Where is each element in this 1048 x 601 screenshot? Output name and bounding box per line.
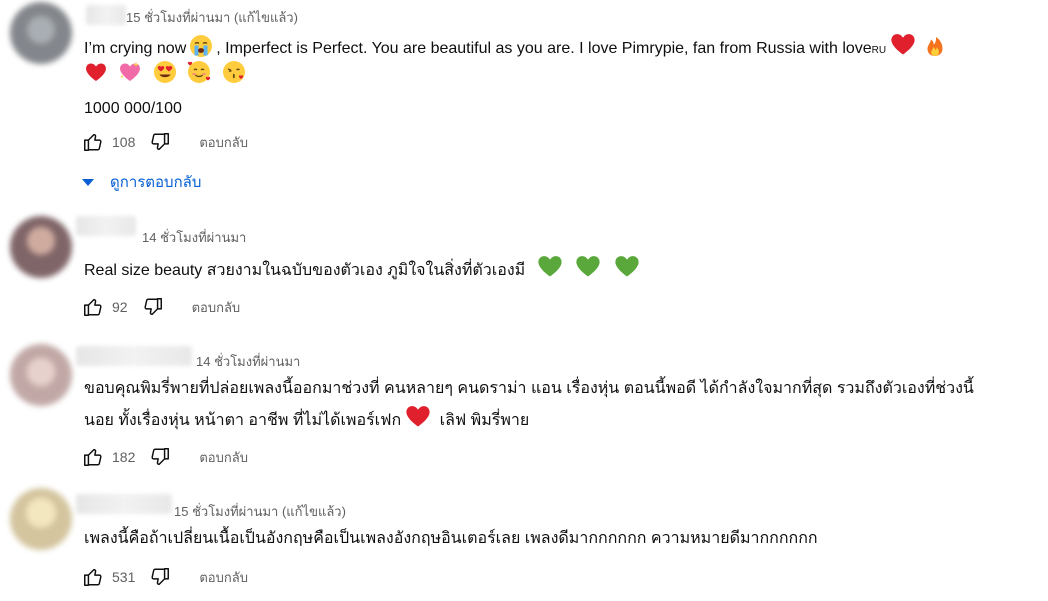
dislike-icon[interactable]	[149, 446, 171, 468]
comment-text-part: , Imperfect is Perfect. You are beautifu…	[216, 40, 872, 57]
comment-actions: 531 ตอบกลับ	[82, 565, 248, 589]
comment-4: 15 ชั่วโมงที่ผ่านมา (แก้ไขแล้ว) เพลงนี้ค…	[0, 480, 1048, 601]
comment-actions: 182 ตอบกลับ	[82, 445, 248, 469]
reply-button[interactable]: ตอบกลับ	[199, 132, 248, 153]
comment-text-part: I’m crying now	[84, 40, 187, 57]
author-name[interactable]	[86, 5, 126, 25]
comment-1: 15 ชั่วโมงที่ผ่านมา (แก้ไขแล้ว) I’m cryi…	[0, 0, 1048, 200]
comment-timestamp[interactable]: 14 ชั่วโมงที่ผ่านมา	[142, 227, 246, 248]
comment-actions: 92 ตอบกลับ	[82, 295, 240, 319]
red-heart-icon	[404, 402, 432, 430]
avatar[interactable]	[10, 2, 72, 64]
like-icon[interactable]	[82, 131, 104, 153]
comment-timestamp[interactable]: 15 ชั่วโมงที่ผ่านมา (แก้ไขแล้ว)	[126, 7, 298, 28]
view-replies-button[interactable]: ดูการตอบกลับ	[82, 170, 201, 194]
fire-icon	[923, 34, 947, 58]
sparkling-heart-icon	[118, 60, 142, 84]
like-icon[interactable]	[82, 566, 104, 588]
avatar[interactable]	[10, 488, 72, 550]
comment-text-part: เพลงนี้คือถ้าเปลี่ยนเนื้อเป็นอังกฤษคือเป…	[84, 530, 818, 547]
comment-actions: 108 ตอบกลับ	[82, 130, 248, 154]
face-blowing-kiss-icon	[222, 60, 246, 84]
green-heart-icon	[574, 252, 602, 280]
crying-face-icon	[189, 34, 213, 58]
reply-button[interactable]: ตอบกลับ	[199, 447, 248, 468]
like-count: 182	[112, 449, 136, 465]
comment-2: 14 ชั่วโมงที่ผ่านมา Real size beauty สวย…	[0, 200, 1048, 330]
like-icon[interactable]	[82, 296, 104, 318]
comment-text-part: นอย ทั้งเรื่องหุ่น หน้าตา อาชีพ ที่ไม่ได…	[84, 412, 402, 429]
comment-text: I’m crying now , Imperfect is Perfect. Yo…	[84, 30, 950, 122]
like-count: 531	[112, 569, 136, 585]
comment-text: Real size beauty สวยงามในฉบับของตัวเอง ภ…	[84, 252, 644, 280]
author-name[interactable]	[76, 216, 136, 236]
comment-text-part: เลิฟ พิมรี่พาย	[435, 412, 530, 429]
comment-text: เพลงนี้คือถ้าเปลี่ยนเนื้อเป็นอังกฤษคือเป…	[84, 526, 818, 552]
author-name[interactable]	[76, 494, 172, 514]
caret-down-icon	[82, 178, 94, 186]
like-count: 108	[112, 134, 136, 150]
comment-3: 14 ชั่วโมงที่ผ่านมา ขอบคุณพิมรี่พายที่ปล…	[0, 330, 1048, 480]
reply-button[interactable]: ตอบกลับ	[192, 297, 241, 318]
dislike-icon[interactable]	[149, 566, 171, 588]
avatar[interactable]	[10, 216, 72, 278]
avatar[interactable]	[10, 344, 72, 406]
comment-text-part: ขอบคุณพิมรี่พายที่ปล่อยเพลงนี้ออกมาช่วงท…	[84, 380, 974, 397]
smiling-face-with-hearts-icon	[187, 60, 211, 84]
view-replies-label: ดูการตอบกลับ	[110, 174, 202, 191]
flag-ru-text: RU	[871, 45, 887, 56]
dislike-icon[interactable]	[142, 296, 164, 318]
dislike-icon[interactable]	[149, 131, 171, 153]
red-heart-icon	[889, 30, 917, 58]
comment-timestamp[interactable]: 15 ชั่วโมงที่ผ่านมา (แก้ไขแล้ว)	[174, 501, 346, 522]
comment-text-part: 1000 000/100	[84, 100, 182, 117]
like-icon[interactable]	[82, 446, 104, 468]
comment-text-part: Real size beauty สวยงามในฉบับของตัวเอง ภ…	[84, 262, 526, 279]
like-count: 92	[112, 299, 128, 315]
comment-timestamp[interactable]: 14 ชั่วโมงที่ผ่านมา	[196, 351, 300, 372]
comment-text: ขอบคุณพิมรี่พายที่ปล่อยเพลงนี้ออกมาช่วงท…	[84, 376, 974, 430]
reply-button[interactable]: ตอบกลับ	[199, 567, 248, 588]
green-heart-icon	[536, 252, 564, 280]
green-heart-icon	[613, 252, 641, 280]
heart-eyes-face-icon	[153, 60, 177, 84]
author-name[interactable]	[76, 346, 192, 366]
red-heart-icon	[84, 60, 108, 84]
